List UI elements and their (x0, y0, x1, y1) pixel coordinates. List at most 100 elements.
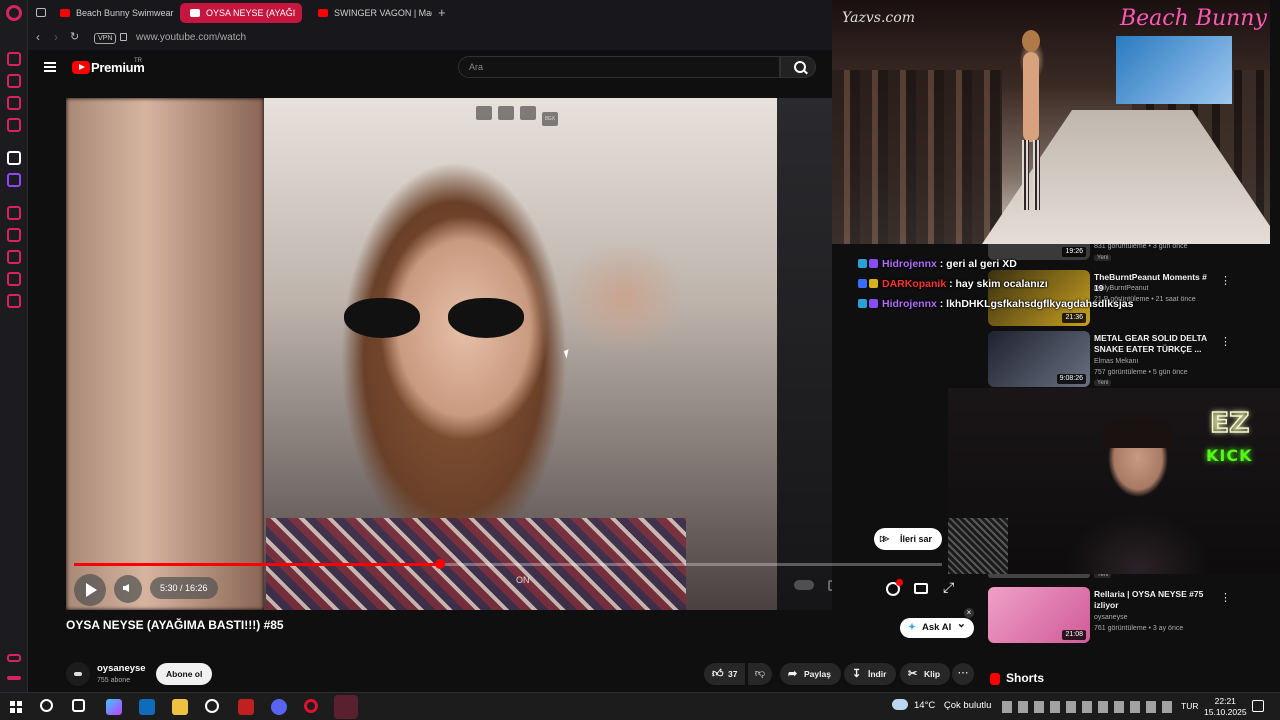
more-actions-button[interactable]: ⋯ (952, 663, 974, 685)
progress-bar[interactable] (74, 559, 942, 569)
progress-fill (74, 563, 441, 566)
clock-time: 22:21 (1214, 696, 1236, 706)
share-button[interactable]: ➦ Paylaş (780, 663, 841, 685)
opera-taskbar-icon[interactable] (304, 699, 318, 713)
subscribe-button[interactable]: Abone ol (156, 663, 213, 685)
screen: Beach Bunny Swimwear F OYSA NEYSE (AYAĞI… (0, 0, 1280, 720)
tab-beach-bunny[interactable]: Beach Bunny Swimwear F (50, 3, 174, 23)
file-explorer-icon[interactable] (172, 699, 188, 715)
fullscreen-icon[interactable] (943, 579, 959, 597)
messenger-icon[interactable] (7, 96, 21, 110)
weather-widget[interactable]: 14°C Çok bulutlu (892, 699, 992, 711)
twitter-icon[interactable] (7, 151, 21, 165)
kebab-menu-icon[interactable]: ⋮ (1220, 274, 1231, 287)
search-button[interactable] (780, 56, 816, 78)
skip-next-icon[interactable] (520, 106, 536, 120)
channel-name[interactable]: oysaneyse (97, 663, 146, 674)
vpn-badge[interactable]: VPN (94, 33, 117, 44)
volume-button[interactable] (114, 575, 142, 603)
play-button[interactable] (74, 574, 106, 606)
download-icon: ↧ (852, 668, 862, 680)
opera-logo-icon[interactable] (6, 5, 22, 21)
miniplayer-icon[interactable] (794, 580, 814, 590)
settings-gear-icon[interactable] (886, 579, 903, 596)
recommendation-item[interactable]: 21:08 Rellaria | OYSA NEYSE #75 izliyor … (988, 587, 1238, 645)
lock-icon[interactable] (120, 33, 127, 41)
tab-swinger-vagon[interactable]: SWINGER VAGON | Mada (308, 3, 432, 23)
player-icon[interactable] (7, 206, 21, 220)
subtitles-icon[interactable] (828, 580, 832, 591)
theater-mode-icon[interactable] (914, 583, 928, 594)
task-view-icon[interactable] (72, 699, 85, 712)
search-input[interactable]: Ara (458, 56, 780, 78)
shorts-heading: Shorts (990, 671, 1044, 685)
address-bar: ‹ › ↻ VPN www.youtube.com/watch (28, 26, 832, 50)
youtube-favicon-icon (60, 9, 70, 17)
runway-billboard (1116, 36, 1232, 104)
kebab-menu-icon[interactable]: ⋮ (1220, 591, 1231, 604)
channel-avatar[interactable] (66, 662, 90, 686)
outlook-icon[interactable] (139, 699, 155, 715)
rec-thumbnail[interactable]: 21:08 (988, 587, 1090, 643)
autoplay-toggle[interactable]: ON (516, 575, 530, 585)
history-icon[interactable] (7, 250, 21, 264)
pip-icon[interactable] (498, 106, 514, 120)
recommendation-item[interactable]: 9:08:26 METAL GEAR SOLID DELTA SNAKE EAT… (988, 331, 1238, 389)
chat-text: : geri al geri XD (939, 258, 1017, 270)
chat-text: : lkhDHKLgsfkahsdgflkyagdahsdlksjas (939, 298, 1134, 310)
voicemod-icon[interactable] (238, 699, 254, 715)
tab-label: OYSA NEYSE (AYAĞI (206, 8, 296, 18)
windows-start-icon[interactable] (10, 701, 22, 713)
system-tray-icons[interactable] (1002, 701, 1174, 713)
close-icon[interactable]: × (964, 608, 974, 618)
settings-icon[interactable] (7, 294, 21, 308)
like-button[interactable]: 👍︎ 37 (704, 663, 746, 685)
notification-icon[interactable] (1252, 700, 1264, 712)
back-icon[interactable]: ‹ (36, 30, 40, 44)
hamburger-menu-icon[interactable] (44, 62, 56, 72)
runway-crowd-left (832, 70, 1002, 244)
time-display: 5:30 / 16:26 (150, 577, 218, 599)
mail-icon[interactable] (7, 118, 21, 132)
discord-icon[interactable] (271, 699, 287, 715)
obs-icon[interactable] (205, 699, 219, 713)
video-player[interactable]: 8GX 5:30 / 16:26 ON (66, 98, 832, 610)
bookmarks-icon[interactable] (7, 228, 21, 242)
twitch-icon[interactable] (7, 173, 21, 187)
new-tab-button[interactable]: + (438, 5, 446, 20)
language-indicator[interactable]: TUR (1181, 701, 1198, 711)
tab-oysa-neyse[interactable]: OYSA NEYSE (AYAĞI (180, 3, 302, 23)
rec-meta: 831 görüntüleme • 3 gün önce (1094, 243, 1188, 250)
reload-icon[interactable]: ↻ (70, 30, 79, 43)
skip-forward-button[interactable]: İleri sar (874, 528, 943, 550)
hover-ctrl-label[interactable]: 8GX (542, 112, 558, 126)
youtube-logo-icon[interactable] (72, 61, 90, 74)
more-sidebar-icon[interactable] (7, 676, 21, 680)
rec-badge: Yeni (1094, 380, 1112, 386)
dislike-button[interactable]: 👎︎ (748, 663, 772, 685)
runway-watermark: Yazvs.com (842, 10, 915, 26)
model-boot-right (1033, 140, 1040, 210)
gx-icon[interactable] (7, 654, 21, 662)
video-title: OYSA NEYSE (AYAĞIMA BASTI!!!) #85 (66, 618, 284, 632)
clock[interactable]: 22:21 15.10.2025 (1204, 696, 1247, 718)
copilot-icon[interactable] (106, 699, 122, 715)
url-field[interactable]: www.youtube.com/watch (136, 32, 246, 43)
rec-meta: 757 görüntüleme • 5 gün önce (1094, 369, 1188, 376)
tab-label: SWINGER VAGON | Mada (334, 8, 432, 18)
opera-gx-taskbar-icon[interactable] (334, 695, 358, 719)
rec-thumbnail[interactable]: 9:08:26 (988, 331, 1090, 387)
copy-icon[interactable] (476, 106, 492, 120)
clip-button[interactable]: ✂ Klip (900, 663, 951, 685)
downloads-icon[interactable] (7, 272, 21, 286)
weather-desc: Çok bulutlu (943, 700, 992, 711)
forward-icon[interactable]: › (54, 30, 58, 44)
video-frame-left (66, 98, 264, 610)
aria-icon[interactable] (7, 52, 21, 66)
download-button[interactable]: ↧ İndir (844, 663, 897, 685)
kebab-menu-icon[interactable]: ⋮ (1220, 335, 1231, 348)
taskbar-search-icon[interactable] (40, 699, 53, 712)
ask-ai-button[interactable]: Ask AI (900, 614, 974, 638)
crypto-wallet-icon[interactable] (7, 74, 21, 88)
tab-islands-icon[interactable] (36, 8, 46, 17)
